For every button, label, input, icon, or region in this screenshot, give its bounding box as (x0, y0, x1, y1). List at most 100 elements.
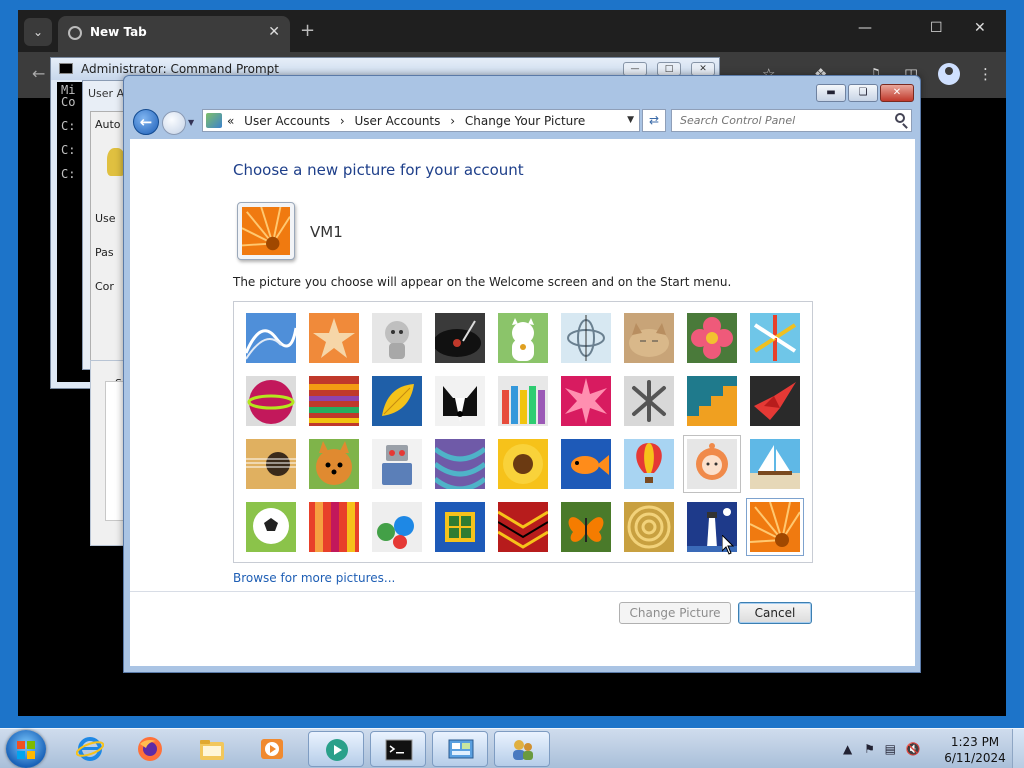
browse-more-pictures-link[interactable]: Browse for more pictures... (233, 571, 395, 585)
pinwheel-icon[interactable] (750, 313, 800, 363)
stairs-icon[interactable] (687, 376, 737, 426)
search-box[interactable] (671, 109, 912, 132)
taskbar-firefox[interactable] (122, 731, 178, 767)
chrome-tab-title: New Tab (90, 25, 147, 39)
taskbar: ▲ ⚑ ▤ 🔇 1:23 PM 6/11/2024 (0, 728, 1024, 768)
fabric-stripes-icon[interactable] (309, 376, 359, 426)
sailboat-icon[interactable] (750, 439, 800, 489)
command-prompt-icon (385, 739, 413, 761)
gyroscope-icon[interactable] (561, 313, 611, 363)
close-button[interactable]: ✕ (880, 84, 914, 102)
network-icon[interactable]: ▤ (885, 742, 896, 756)
bowling-ball-icon[interactable] (246, 376, 296, 426)
breadcrumb-overflow-icon[interactable]: « (227, 114, 234, 128)
cmd-minimize-icon[interactable]: — (623, 62, 647, 76)
breadcrumb-separator-icon[interactable]: › (340, 114, 345, 128)
doll-icon[interactable] (683, 435, 741, 493)
new-tab-plus-icon[interactable]: + (300, 20, 315, 41)
pink-star-flower-icon[interactable] (561, 376, 611, 426)
cmd-maximize-icon[interactable]: □ (657, 62, 681, 76)
user-accounts-icon (513, 740, 533, 760)
forward-arrow-icon[interactable] (162, 111, 186, 135)
taskbar-media-player[interactable] (244, 731, 300, 767)
address-bar[interactable]: « User Accounts › User Accounts › Change… (202, 109, 640, 132)
taskbar-internet-explorer[interactable] (62, 731, 118, 767)
close-window-icon[interactable]: ✕ (974, 20, 986, 36)
cmd-close-icon[interactable]: ✕ (691, 62, 715, 76)
change-picture-button[interactable]: Change Picture (619, 602, 731, 624)
lucky-cat-icon[interactable] (498, 313, 548, 363)
toy-robot-icon[interactable] (372, 439, 422, 489)
robot-figure-icon[interactable] (372, 313, 422, 363)
close-tab-icon[interactable]: ✕ (268, 24, 280, 40)
roller-coaster-icon[interactable] (246, 313, 296, 363)
jacks-icon[interactable] (624, 376, 674, 426)
butterfly-icon[interactable] (561, 502, 611, 552)
border-collie-icon[interactable] (435, 376, 485, 426)
search-input[interactable] (672, 110, 886, 131)
taskbar-app-circle[interactable] (308, 731, 364, 767)
paper-crane-icon[interactable] (750, 376, 800, 426)
taskbar-control-panel[interactable] (432, 731, 488, 767)
sunflower-icon[interactable] (498, 439, 548, 489)
window-frame-icon[interactable] (435, 502, 485, 552)
back-arrow-icon[interactable]: ← (32, 64, 45, 83)
clock-date[interactable]: 6/11/2024 (944, 751, 1006, 765)
pink-flower-icon[interactable] (687, 313, 737, 363)
cancel-button[interactable]: Cancel (738, 602, 812, 624)
minimize-button[interactable]: ▬ (816, 84, 846, 102)
ua-title: User A (88, 87, 125, 100)
taskbar-command-prompt[interactable] (370, 731, 426, 767)
search-icon[interactable] (895, 113, 905, 123)
breadcrumb-separator-icon[interactable]: › (450, 114, 455, 128)
silk-fabric-icon[interactable] (309, 502, 359, 552)
maximize-icon[interactable]: ☐ (930, 20, 943, 36)
breadcrumb-item[interactable]: User Accounts (244, 114, 330, 128)
chrome-tab-new-tab[interactable]: New Tab ✕ (58, 16, 290, 52)
pomeranian-icon[interactable] (309, 439, 359, 489)
recent-pages-chevron-icon[interactable]: ▼ (188, 118, 194, 127)
back-arrow-icon[interactable]: ← (133, 109, 159, 135)
marbles-icon[interactable] (372, 502, 422, 552)
restore-button[interactable]: ❏ (848, 84, 878, 102)
action-center-flag-icon[interactable]: ⚑ (864, 742, 875, 756)
taskbar-file-explorer[interactable] (184, 731, 240, 767)
current-picture (237, 202, 295, 260)
show-desktop-button[interactable] (1012, 729, 1024, 768)
breadcrumb-item[interactable]: User Accounts (355, 114, 441, 128)
kebab-menu-icon[interactable]: ⋮ (978, 65, 993, 83)
refresh-icon[interactable]: ⇄ (642, 109, 666, 132)
turntable-icon[interactable] (435, 313, 485, 363)
account-name: VM1 (310, 223, 343, 241)
media-player-icon (261, 739, 283, 759)
footer-divider (130, 591, 915, 592)
windows-logo-icon (17, 741, 25, 749)
windows-logo-part (27, 741, 35, 749)
kitten-icon[interactable] (624, 313, 674, 363)
hot-air-balloon-icon[interactable] (624, 439, 674, 489)
fish-icon[interactable] (561, 439, 611, 489)
crayons-icon[interactable] (498, 376, 548, 426)
address-dropdown-icon[interactable]: ▼ (627, 115, 634, 125)
show-hidden-icons-chevron-icon[interactable]: ▲ (843, 742, 852, 756)
leaf-icon[interactable] (372, 376, 422, 426)
page-title: Choose a new picture for your account (233, 161, 524, 179)
minimize-icon[interactable]: — (858, 20, 872, 36)
guitar-icon[interactable] (246, 439, 296, 489)
taskbar-user-accounts[interactable] (494, 731, 550, 767)
start-button[interactable] (6, 730, 46, 768)
textile-icon[interactable] (498, 502, 548, 552)
starfish-icon[interactable] (309, 313, 359, 363)
picture-grid (233, 301, 813, 563)
orange-flower-icon[interactable] (746, 498, 804, 556)
yarn-icon[interactable] (435, 439, 485, 489)
chrome-tab-search-chevron-icon[interactable]: ⌄ (24, 18, 52, 46)
control-panel-window[interactable]: ▬ ❏ ✕ ← ▼ « User Accounts › User Account… (123, 75, 921, 673)
ua-tab[interactable]: Auto (95, 118, 121, 131)
soccer-ball-icon[interactable] (246, 502, 296, 552)
basket-icon[interactable] (624, 502, 674, 552)
volume-muted-icon[interactable]: 🔇 (906, 742, 921, 756)
breadcrumb-item[interactable]: Change Your Picture (465, 114, 585, 128)
clock-time[interactable]: 1:23 PM (950, 735, 1000, 749)
profile-avatar-icon[interactable] (938, 63, 960, 85)
